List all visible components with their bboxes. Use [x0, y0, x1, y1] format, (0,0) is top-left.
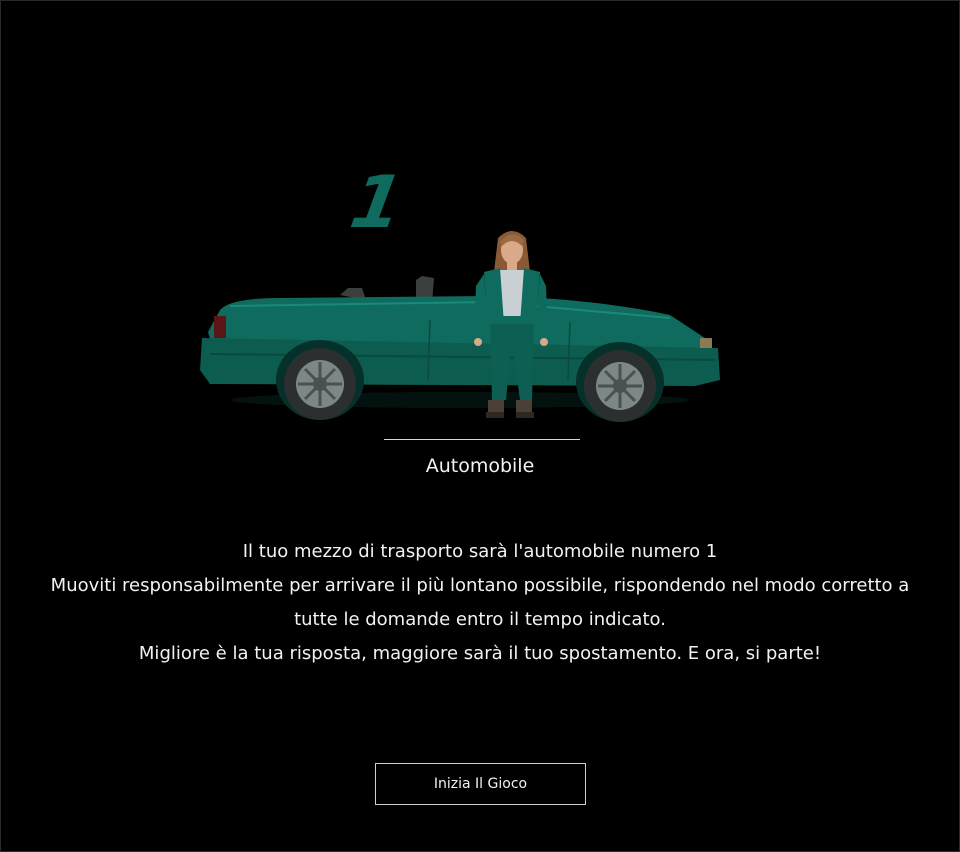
instructions-text: Il tuo mezzo di trasporto sarà l'automob… — [40, 535, 920, 671]
divider — [384, 439, 580, 440]
car-with-driver-illustration — [200, 231, 720, 422]
front-wheel-icon — [584, 350, 656, 422]
instructions-line: Migliore è la tua risposta, maggiore sar… — [138, 643, 822, 664]
instructions-line: tutte le domande entro il tempo indicato… — [294, 609, 666, 630]
instructions-line: Il tuo mezzo di trasporto sarà l'automob… — [242, 541, 718, 562]
instructions-line: Muoviti responsabilmente per arrivare il… — [50, 575, 910, 596]
rear-wheel-icon — [284, 348, 356, 420]
start-game-button[interactable]: Inizia Il Gioco — [375, 763, 586, 805]
vehicle-scene — [190, 220, 735, 440]
vehicle-name: Automobile — [425, 455, 535, 477]
